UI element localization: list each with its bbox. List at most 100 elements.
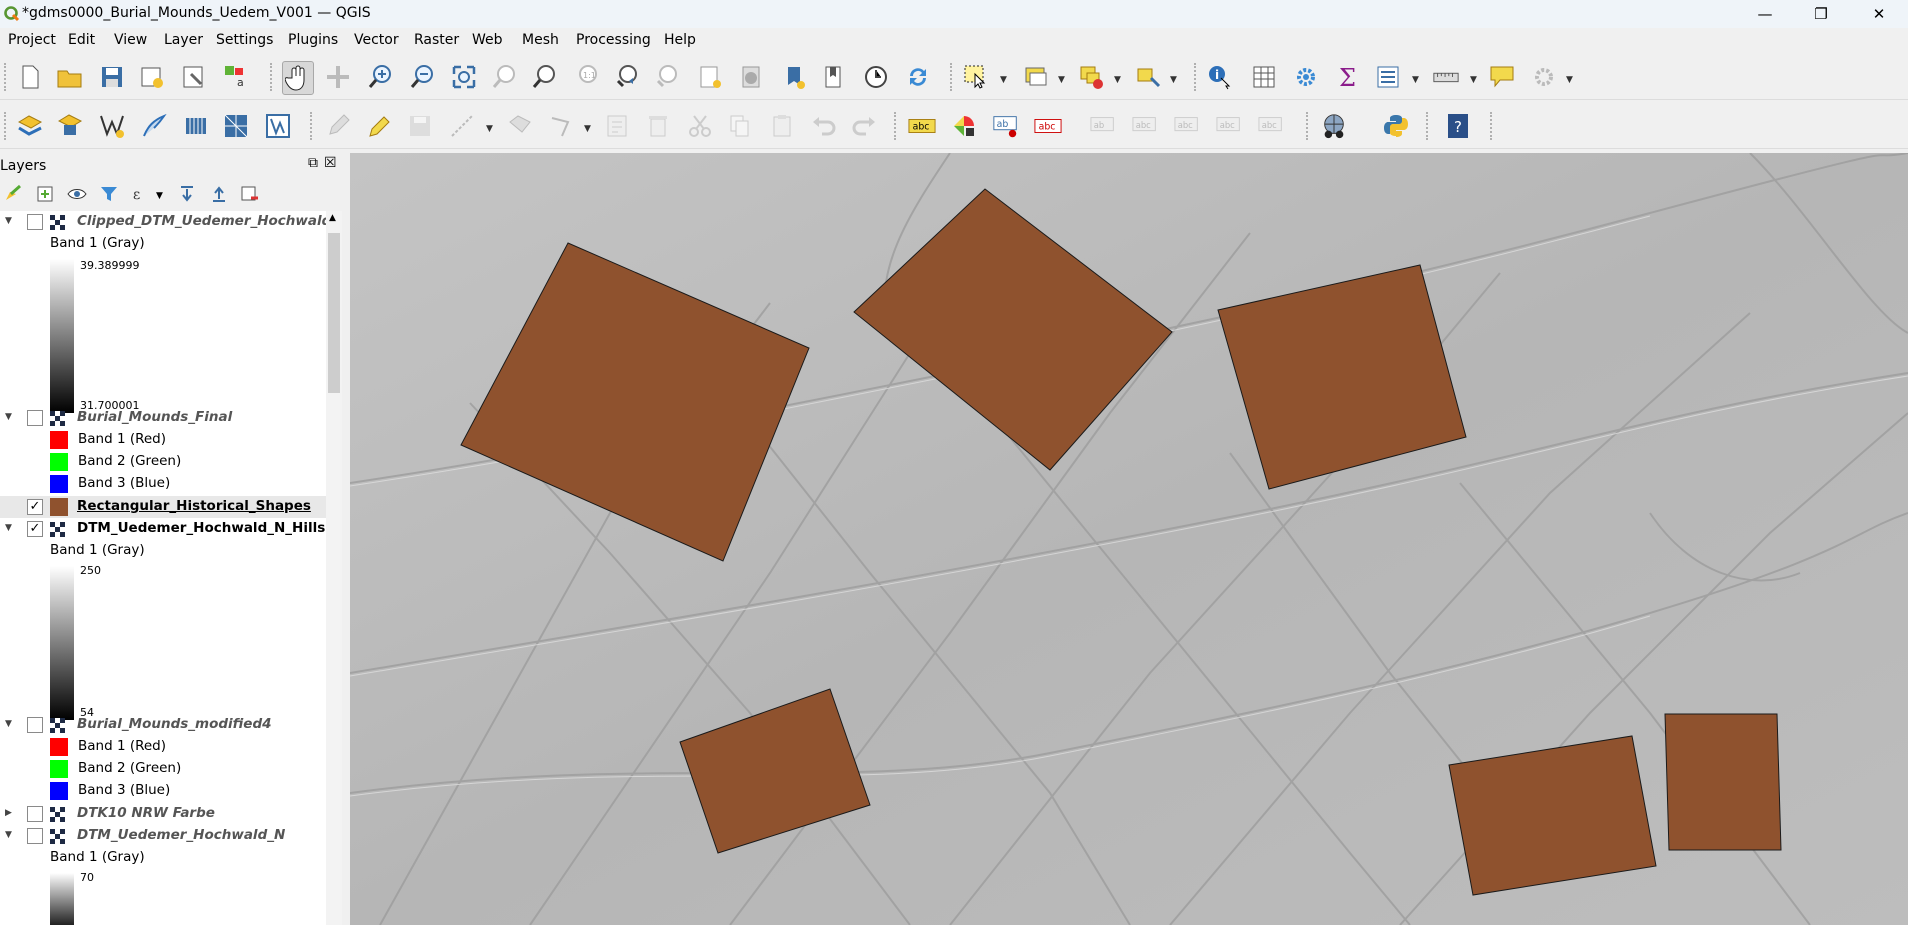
menu-raster[interactable]: Raster	[414, 32, 459, 48]
chevron-down-icon[interactable]: ▼	[486, 124, 493, 134]
add-feature-icon[interactable]	[506, 112, 534, 140]
historical-shape-polygon[interactable]	[1448, 735, 1657, 896]
add-group-icon[interactable]	[34, 183, 56, 205]
toolbar-grip[interactable]	[894, 112, 899, 140]
layer-visibility-checkbox[interactable]	[27, 214, 43, 230]
chevron-down-icon[interactable]: ▼	[5, 216, 12, 226]
layer-row[interactable]: ✓ Rectangular_Historical_Shapes	[0, 496, 326, 518]
help-icon[interactable]: ?	[1444, 112, 1472, 140]
paste-icon[interactable]	[768, 112, 796, 140]
chevron-down-icon[interactable]: ▼	[1470, 75, 1477, 85]
show-spatial-bookmarks-icon[interactable]	[820, 63, 848, 91]
chevron-down-icon[interactable]: ▼	[1000, 75, 1007, 85]
remove-layer-icon[interactable]	[238, 183, 260, 205]
zoom-to-layer-icon[interactable]	[530, 63, 558, 91]
chevron-down-icon[interactable]: ▼	[5, 830, 12, 840]
collapse-all-icon[interactable]	[208, 183, 230, 205]
chevron-down-icon[interactable]: ▼	[1058, 75, 1065, 85]
toolbar-grip[interactable]	[1490, 112, 1495, 140]
chevron-down-icon[interactable]: ▼	[1566, 75, 1573, 85]
toolbar-grip[interactable]	[4, 112, 9, 140]
label-pin-icon[interactable]: ab	[992, 112, 1020, 140]
new-shapefile-icon[interactable]	[98, 112, 126, 140]
layer-tree-scrollbar[interactable]: ▲	[326, 211, 342, 925]
manage-visibility-icon[interactable]	[66, 183, 88, 205]
new-bookmark-icon[interactable]	[696, 63, 724, 91]
vertex-tool-icon[interactable]	[548, 112, 576, 140]
toolbar-grip[interactable]	[310, 112, 315, 140]
layer-visibility-checkbox[interactable]	[27, 410, 43, 426]
filter-expression-icon[interactable]: ε	[130, 183, 152, 205]
menu-layer[interactable]: Layer	[164, 32, 203, 48]
menu-plugins[interactable]: Plugins	[288, 32, 338, 48]
menu-project[interactable]: Project	[8, 32, 56, 48]
measure-icon[interactable]	[1432, 63, 1460, 91]
filter-legend-icon[interactable]	[98, 183, 120, 205]
pencil-icon[interactable]	[364, 112, 392, 140]
edit-toggle-icon[interactable]	[324, 112, 352, 140]
zoom-full-icon[interactable]	[450, 63, 478, 91]
layer-visibility-checkbox[interactable]	[27, 828, 43, 844]
save-project-icon[interactable]	[98, 63, 126, 91]
menu-web[interactable]: Web	[472, 32, 503, 48]
delete-selected-icon[interactable]	[644, 112, 672, 140]
chevron-down-icon[interactable]: ▼	[5, 719, 12, 729]
deselect-icon[interactable]	[1078, 63, 1106, 91]
statistics-icon[interactable]: Σ	[1334, 63, 1362, 91]
new-project-icon[interactable]	[16, 63, 44, 91]
zoom-native-icon[interactable]: 1:1	[572, 63, 600, 91]
globe-icon[interactable]	[1320, 112, 1348, 140]
layer-row[interactable]: ▼ Clipped_DTM_Uedemer_Hochwald_	[0, 211, 326, 233]
zoom-in-icon[interactable]	[366, 63, 394, 91]
layer-row[interactable]: ▼ ✓ DTM_Uedemer_Hochwald_N_Hillsha	[0, 518, 326, 540]
modify-attributes-icon[interactable]	[604, 112, 632, 140]
menu-edit[interactable]: Edit	[68, 32, 95, 48]
settings-disabled-icon[interactable]	[1530, 63, 1558, 91]
virtual-layer-icon[interactable]	[182, 112, 210, 140]
layer-diagram-icon[interactable]	[950, 112, 978, 140]
hillshade-map[interactable]	[350, 153, 1908, 925]
cut-icon[interactable]	[686, 112, 714, 140]
float-panel-icon[interactable]: ⧉	[308, 155, 318, 171]
python-icon[interactable]	[1382, 112, 1410, 140]
layout-manager-icon[interactable]	[180, 63, 208, 91]
chevron-down-icon[interactable]: ▼	[5, 523, 12, 533]
map-tips-icon[interactable]	[1488, 63, 1516, 91]
zoom-last-icon[interactable]	[614, 63, 642, 91]
zoom-next-icon[interactable]	[654, 63, 682, 91]
digitize-line-icon[interactable]	[448, 112, 476, 140]
style-manager-icon[interactable]: a	[222, 63, 250, 91]
historical-shape-polygon[interactable]	[1664, 713, 1782, 851]
chevron-down-icon[interactable]: ▼	[1170, 75, 1177, 85]
open-table-icon[interactable]	[1374, 63, 1402, 91]
toolbar-grip[interactable]	[1194, 63, 1199, 91]
pan-icon[interactable]	[282, 61, 314, 95]
add-feature-bookmark-icon[interactable]	[780, 63, 808, 91]
layer-row[interactable]: ▶ DTK10 NRW Farbe	[0, 803, 326, 825]
undo-icon[interactable]	[810, 112, 838, 140]
scroll-up-icon[interactable]: ▲	[329, 213, 336, 223]
temporal-controller-icon[interactable]	[862, 63, 890, 91]
label-move-icon[interactable]: ab	[1090, 112, 1118, 140]
select-by-value-icon[interactable]	[1022, 63, 1050, 91]
select-by-location-icon[interactable]	[1134, 63, 1162, 91]
chevron-down-icon[interactable]: ▼	[5, 412, 12, 422]
menu-settings[interactable]: Settings	[216, 32, 273, 48]
open-project-icon[interactable]	[56, 63, 84, 91]
layer-row[interactable]: ▼ DTM_Uedemer_Hochwald_N	[0, 825, 326, 847]
add-raster-layer-icon[interactable]	[56, 112, 84, 140]
layer-visibility-checkbox[interactable]: ✓	[27, 499, 43, 515]
digitize-icon[interactable]	[140, 112, 168, 140]
zoom-to-selection-icon[interactable]	[490, 63, 518, 91]
save-edits-icon[interactable]	[406, 112, 434, 140]
label-move-disabled-icon[interactable]: abc	[1258, 112, 1286, 140]
layer-visibility-checkbox[interactable]	[27, 717, 43, 733]
toolbar-grip[interactable]	[950, 63, 955, 91]
scrollbar-thumb[interactable]	[328, 233, 340, 393]
processing-toolbox-icon[interactable]	[1292, 63, 1320, 91]
toolbar-grip[interactable]	[270, 63, 275, 91]
chevron-down-icon[interactable]: ▼	[584, 124, 591, 134]
toolbar-grip[interactable]	[1306, 112, 1311, 140]
label-rotate-icon[interactable]: abc	[1132, 112, 1160, 140]
zoom-out-icon[interactable]	[408, 63, 436, 91]
